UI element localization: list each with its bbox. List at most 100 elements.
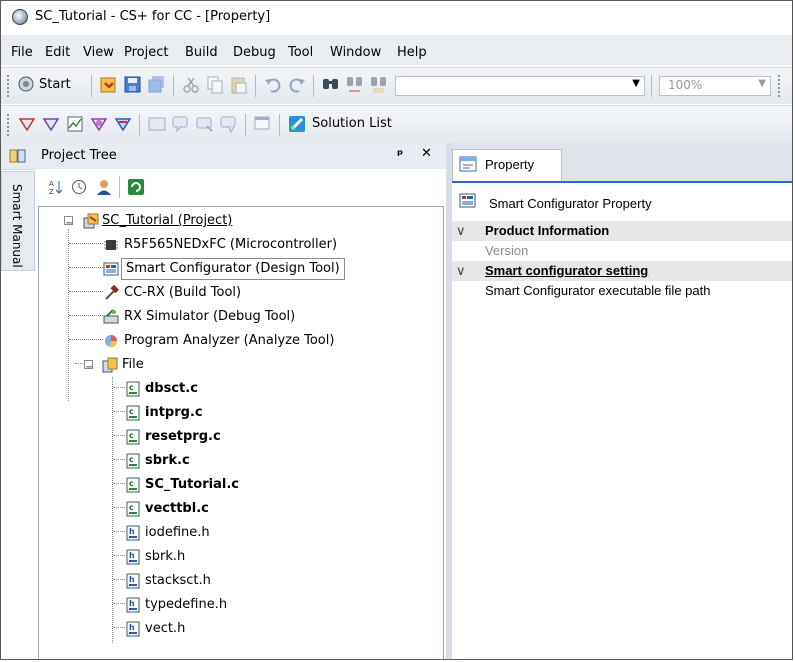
- tree-node-file[interactable]: c resetprg.c: [39, 425, 439, 449]
- chevron-down-icon[interactable]: ∨: [456, 221, 466, 241]
- svg-text:h: h: [129, 527, 135, 536]
- c-file-icon: c: [125, 453, 141, 469]
- chip-icon: [103, 237, 119, 253]
- solution-list-button[interactable]: Solution List: [312, 116, 392, 131]
- tree-node-project[interactable]: SC_Tutorial (Project): [39, 209, 439, 236]
- chevron-down-icon[interactable]: ▼: [632, 78, 640, 89]
- menu-help[interactable]: Help: [397, 45, 427, 60]
- zoom-combo[interactable]: 100% ▼: [659, 76, 771, 96]
- event-icon[interactable]: [41, 114, 61, 134]
- tree-node-file[interactable]: h stacksct.h: [39, 569, 439, 593]
- toolbar-grip[interactable]: [778, 75, 784, 97]
- redo-icon[interactable]: [287, 75, 307, 95]
- project-tree-title: Project Tree: [41, 148, 117, 163]
- tree-node-file[interactable]: c SC_Tutorial.c: [39, 473, 439, 497]
- tree-node-smart-configurator[interactable]: Smart Configurator (Design Tool): [39, 257, 439, 281]
- watch-icon[interactable]: [171, 114, 191, 134]
- tab-property[interactable]: Property: [452, 149, 562, 181]
- tree-node-file[interactable]: h sbrk.h: [39, 545, 439, 569]
- menu-tool[interactable]: Tool: [288, 45, 313, 60]
- category-product-information[interactable]: ∨ Product Information: [452, 221, 792, 241]
- menu-build[interactable]: Build: [185, 45, 218, 60]
- file-label: dbsct.c: [145, 381, 198, 396]
- tree-node-file[interactable]: c sbrk.c: [39, 449, 439, 473]
- tree-node-file[interactable]: h typedefine.h: [39, 593, 439, 617]
- property-header: Smart Configurator Property: [452, 187, 792, 217]
- tree-node-microcontroller[interactable]: R5F565NEDxFC (Microcontroller): [39, 233, 439, 257]
- timer-icon[interactable]: [89, 114, 109, 134]
- memory-icon[interactable]: [147, 114, 167, 134]
- toolbar-separator: [119, 176, 120, 198]
- paste-icon[interactable]: [229, 75, 249, 95]
- c-file-icon: c: [125, 405, 141, 421]
- find-replace-icon[interactable]: [345, 75, 365, 95]
- sort-icon[interactable]: AZ: [47, 179, 63, 196]
- menu-debug[interactable]: Debug: [233, 45, 276, 60]
- save-all-icon[interactable]: [147, 75, 167, 95]
- property-header-title: Smart Configurator Property: [489, 196, 652, 211]
- file-label: intprg.c: [145, 405, 203, 420]
- menu-view[interactable]: View: [83, 45, 114, 60]
- property-row-version[interactable]: Version: [452, 241, 792, 261]
- save-icon[interactable]: [123, 75, 143, 95]
- find-icon[interactable]: [321, 75, 341, 95]
- property-row-executable-path[interactable]: Smart Configurator executable file path: [452, 281, 792, 301]
- toolbar-separator: [245, 114, 246, 136]
- toolbar-grip[interactable]: [7, 114, 13, 136]
- chevron-down-icon[interactable]: ∨: [456, 261, 466, 281]
- menu-project[interactable]: Project: [124, 45, 168, 60]
- clock-icon[interactable]: [71, 179, 87, 195]
- collapse-icon[interactable]: [64, 212, 74, 236]
- local-variable-icon[interactable]: [219, 114, 239, 134]
- property-tab-label: Property: [485, 157, 535, 172]
- menu-edit[interactable]: Edit: [45, 45, 70, 60]
- project-tree-toolbar: AZ: [35, 169, 446, 203]
- chevron-down-icon[interactable]: ▼: [758, 78, 766, 89]
- svg-text:c: c: [129, 455, 134, 464]
- menu-file[interactable]: File: [11, 45, 33, 60]
- file-label: SC_Tutorial.c: [145, 477, 239, 492]
- category-smart-configurator-setting[interactable]: ∨ Smart configurator setting: [452, 261, 792, 281]
- svg-text:h: h: [129, 623, 135, 632]
- pin-icon[interactable]: ᵖ: [397, 148, 403, 163]
- tree-node-file[interactable]: c vecttbl.c: [39, 497, 439, 521]
- tree-node-build-tool[interactable]: CC-RX (Build Tool): [39, 281, 439, 305]
- node-label: R5F565NEDxFC (Microcontroller): [124, 237, 338, 252]
- c-file-icon: c: [125, 429, 141, 445]
- tree-node-file[interactable]: c intprg.c: [39, 401, 439, 425]
- tree-node-file[interactable]: c dbsct.c: [39, 377, 439, 401]
- close-icon[interactable]: ✕: [421, 146, 432, 161]
- open-project-icon[interactable]: [99, 75, 119, 95]
- undo-icon[interactable]: [263, 75, 283, 95]
- tree-node-file[interactable]: h vect.h: [39, 617, 439, 641]
- user-icon[interactable]: [95, 178, 113, 196]
- tree-node-analyze-tool[interactable]: Program Analyzer (Analyze Tool): [39, 329, 439, 353]
- toolbar-separator: [139, 114, 140, 136]
- window-icon[interactable]: [253, 114, 273, 134]
- start-button[interactable]: Start: [39, 77, 71, 92]
- menu-window[interactable]: Window: [330, 45, 381, 60]
- cut-icon[interactable]: [181, 75, 201, 95]
- smart-configurator-icon: [103, 261, 119, 277]
- tree-node-debug-tool[interactable]: RX Simulator (Debug Tool): [39, 305, 439, 329]
- h-file-icon: h: [125, 621, 141, 637]
- toolbar-end: [401, 114, 405, 136]
- solution-list-icon[interactable]: [287, 114, 307, 134]
- trace-icon[interactable]: [65, 114, 85, 134]
- tree-node-file-folder[interactable]: File: [39, 353, 439, 380]
- find-in-files-icon[interactable]: [369, 75, 389, 95]
- tree-node-file[interactable]: h iodefine.h: [39, 521, 439, 545]
- breakpoint-icon[interactable]: [17, 114, 37, 134]
- refresh-icon[interactable]: [127, 178, 145, 196]
- smart-manual-tab[interactable]: Smart Manual: [1, 171, 35, 271]
- project-icon: [83, 213, 99, 229]
- property-tab-bar: Property: [452, 143, 792, 183]
- coverage-icon[interactable]: [113, 114, 133, 134]
- copy-icon[interactable]: [205, 75, 225, 95]
- search-combo[interactable]: ▼: [395, 76, 645, 96]
- collapse-icon[interactable]: [84, 356, 94, 380]
- toolbar-grip[interactable]: [7, 75, 13, 97]
- node-label: Smart Configurator (Design Tool): [121, 258, 345, 280]
- file-label: typedefine.h: [145, 597, 228, 612]
- register-icon[interactable]: [195, 114, 215, 134]
